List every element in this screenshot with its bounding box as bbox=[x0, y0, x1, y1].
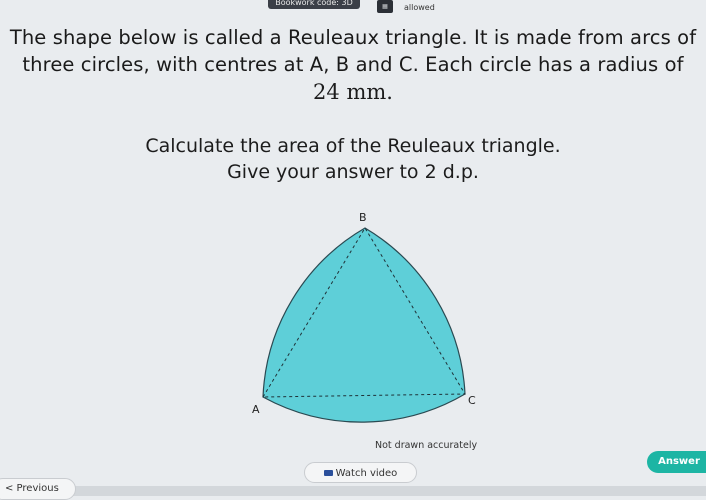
not-drawn-accurately-note: Not drawn accurately bbox=[375, 440, 478, 451]
reuleaux-triangle-figure: B A C bbox=[252, 211, 476, 423]
label-c: C bbox=[468, 394, 476, 407]
previous-button[interactable]: < Previous bbox=[0, 478, 76, 500]
label-a: A bbox=[252, 403, 260, 416]
reuleaux-shape bbox=[262, 227, 466, 423]
video-camera-icon bbox=[323, 470, 333, 476]
answer-button[interactable]: Answer bbox=[647, 451, 706, 473]
label-b: B bbox=[359, 211, 367, 224]
watch-video-button[interactable]: Watch video bbox=[304, 462, 417, 483]
watch-video-label: Watch video bbox=[335, 468, 398, 479]
